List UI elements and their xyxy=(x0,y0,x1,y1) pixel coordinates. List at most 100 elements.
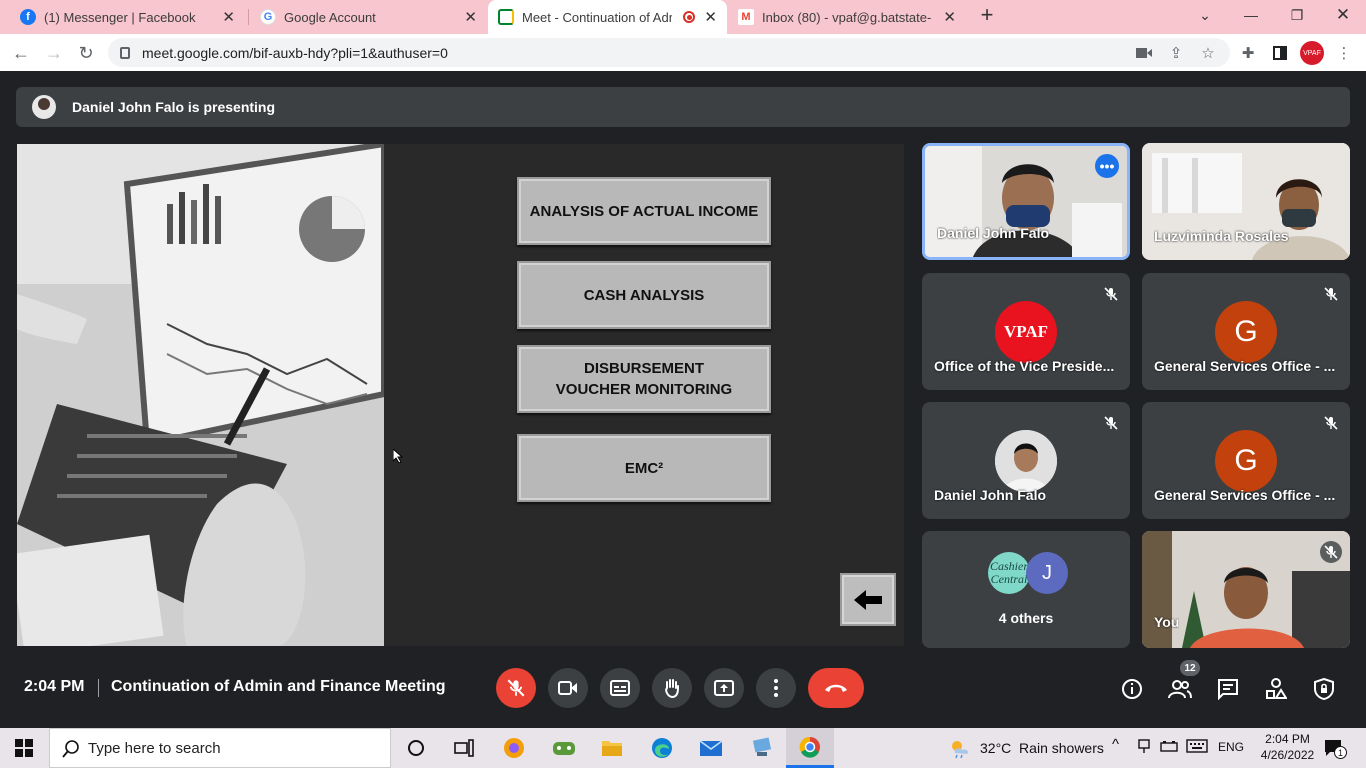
edge-app[interactable] xyxy=(650,736,674,760)
tab-messenger[interactable]: f (1) Messenger | Facebook ✕ xyxy=(10,0,245,34)
avatar-text: J xyxy=(1042,561,1052,584)
search-placeholder: Type here to search xyxy=(88,739,221,757)
close-tab-icon[interactable]: ✕ xyxy=(704,8,717,26)
share-icon[interactable]: ⇪ xyxy=(1166,43,1186,63)
more-menu-icon[interactable]: ⋮ xyxy=(1334,43,1354,63)
restore-button[interactable]: ❐ xyxy=(1274,0,1320,30)
windows-start-button[interactable] xyxy=(12,736,36,760)
profile-avatar[interactable]: VPAF xyxy=(1300,41,1324,65)
meeting-details-button[interactable] xyxy=(1120,677,1144,701)
presenting-text: Daniel John Falo is presenting xyxy=(72,99,276,115)
brave-browser-app[interactable] xyxy=(502,736,526,760)
cortana-button[interactable] xyxy=(404,736,428,760)
activities-button[interactable] xyxy=(1264,677,1288,701)
slide-button-actual-income[interactable]: ANALYSIS OF ACTUAL INCOME xyxy=(517,177,771,245)
camera-indicator-icon[interactable] xyxy=(1134,43,1154,63)
close-tab-icon[interactable]: ✕ xyxy=(943,8,956,26)
slide-back-button[interactable] xyxy=(840,573,896,626)
participant-tile[interactable]: G General Services Office - ... xyxy=(1142,402,1350,519)
tab-search-button[interactable]: ⌄ xyxy=(1182,0,1228,30)
raise-hand-button[interactable] xyxy=(652,668,692,708)
window-close-button[interactable]: ✕ xyxy=(1320,0,1366,30)
task-view-icon xyxy=(454,739,474,757)
more-options-icon[interactable]: ••• xyxy=(1095,154,1119,178)
new-tab-button[interactable]: + xyxy=(964,0,1010,30)
browser-app-icon xyxy=(504,738,524,758)
chrome-app-active[interactable] xyxy=(786,728,834,768)
participant-tile[interactable]: ••• Daniel John Falo xyxy=(922,143,1130,260)
edge-icon xyxy=(652,738,672,758)
forward-arrow-icon[interactable]: → xyxy=(41,40,67,66)
task-view-button[interactable] xyxy=(452,736,476,760)
laptop-chart-photo xyxy=(17,144,384,646)
self-tile[interactable]: You xyxy=(1142,531,1350,648)
network-app[interactable] xyxy=(750,736,774,760)
tab-meet[interactable]: Meet - Continuation of Adm ✕ xyxy=(488,0,727,34)
present-now-button[interactable] xyxy=(704,668,744,708)
tab-divider xyxy=(248,9,249,25)
windows-logo-icon xyxy=(15,739,33,757)
chat-button[interactable] xyxy=(1216,677,1240,701)
present-screen-icon xyxy=(714,680,734,696)
side-panel-icon[interactable] xyxy=(1270,43,1290,63)
others-count: 4 others xyxy=(998,610,1054,626)
meet-icon xyxy=(498,9,514,25)
slide-button-cash-analysis[interactable]: CASH ANALYSIS xyxy=(517,261,771,329)
recording-icon xyxy=(683,11,695,23)
weather-text[interactable]: 32°C Rain showers xyxy=(980,740,1104,756)
participant-tile[interactable]: VPAF Office of the Vice Preside... xyxy=(922,273,1130,390)
participant-name: General Services Office - ... xyxy=(1154,358,1336,374)
notification-center-button[interactable]: 1 xyxy=(1324,739,1347,762)
slide-button-emc2[interactable]: EMC² xyxy=(517,434,771,502)
back-arrow-icon xyxy=(854,589,882,610)
reload-icon[interactable]: ↻ xyxy=(73,40,99,66)
mail-app[interactable] xyxy=(699,736,723,760)
participant-avatar xyxy=(995,430,1057,492)
chevron-up-icon[interactable]: ^ xyxy=(1112,736,1119,753)
device-tray-icon[interactable] xyxy=(1137,738,1151,757)
bookmark-star-icon[interactable]: ☆ xyxy=(1198,43,1218,63)
slide-button-disbursement[interactable]: DISBURSEMENT VOUCHER MONITORING xyxy=(517,345,771,413)
extensions-icon[interactable]: ✚ xyxy=(1238,43,1258,63)
cortana-circle-icon xyxy=(408,740,424,756)
captions-button[interactable] xyxy=(600,668,640,708)
participant-name: General Services Office - ... xyxy=(1154,487,1336,503)
microphone-button[interactable] xyxy=(496,668,536,708)
wifi-icon[interactable] xyxy=(1160,739,1178,756)
tab-title: Meet - Continuation of Adm xyxy=(522,9,672,25)
leave-call-button[interactable] xyxy=(808,668,864,708)
game-app[interactable] xyxy=(552,736,576,760)
tab-google-account[interactable]: G Google Account ✕ xyxy=(250,0,487,34)
weather-icon[interactable] xyxy=(948,737,972,761)
close-tab-icon[interactable]: ✕ xyxy=(464,8,477,26)
keyboard-icon[interactable] xyxy=(1186,739,1208,756)
clock-date: 4/26/2022 xyxy=(1260,748,1315,762)
taskbar-clock[interactable]: 2:04 PM 4/26/2022 xyxy=(1255,731,1320,763)
hang-up-icon xyxy=(825,684,847,692)
lock-icon xyxy=(120,46,130,59)
participant-tile[interactable]: Luzviminda Rosales xyxy=(1142,143,1350,260)
input-language[interactable]: ENG xyxy=(1218,740,1244,754)
back-arrow-icon[interactable]: ← xyxy=(8,40,34,66)
file-explorer-app[interactable] xyxy=(600,736,624,760)
minimize-button[interactable]: — xyxy=(1228,0,1274,30)
profile-label: VPAF xyxy=(1303,49,1321,57)
participant-name: You xyxy=(1154,614,1180,630)
taskbar-search[interactable]: Type here to search xyxy=(49,728,391,768)
chrome-icon xyxy=(799,736,820,758)
url-text: meet.google.com/bif-auxb-hdy?pli=1&authu… xyxy=(142,44,448,61)
participant-tile[interactable]: G General Services Office - ... xyxy=(1142,273,1350,390)
people-button[interactable] xyxy=(1168,677,1192,701)
info-icon xyxy=(1122,679,1142,699)
tab-gmail[interactable]: M Inbox (80) - vpaf@g.batstate-u.e ✕ xyxy=(728,0,966,34)
close-tab-icon[interactable]: ✕ xyxy=(222,8,235,26)
activities-shapes-icon xyxy=(1266,678,1287,699)
mic-off-icon xyxy=(1100,283,1122,305)
camera-button[interactable] xyxy=(548,668,588,708)
address-bar[interactable]: meet.google.com/bif-auxb-hdy?pli=1&authu… xyxy=(108,38,1230,67)
participant-tile[interactable]: Daniel John Falo xyxy=(922,402,1130,519)
host-controls-button[interactable] xyxy=(1312,677,1336,701)
others-tile[interactable]: Cashier Central J 4 others xyxy=(922,531,1130,648)
people-count-badge: 12 xyxy=(1180,660,1200,676)
more-options-button[interactable] xyxy=(756,668,796,708)
